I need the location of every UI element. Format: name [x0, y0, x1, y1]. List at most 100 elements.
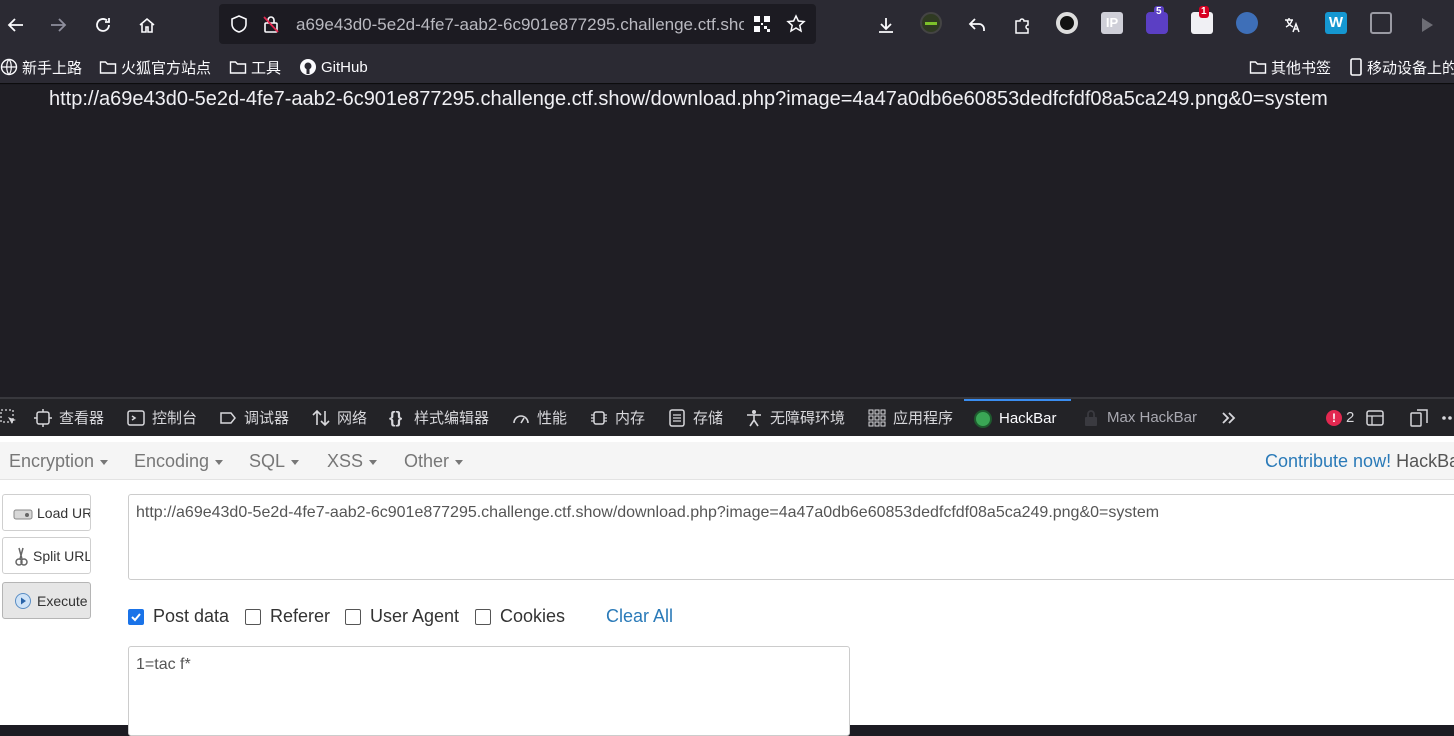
- tab-label: 应用程序: [893, 410, 954, 427]
- calendar-1-icon[interactable]: 1: [1191, 6, 1213, 34]
- tab-label: 调试器: [244, 410, 290, 427]
- more-dots-icon: [1442, 415, 1452, 420]
- user-agent-checkbox[interactable]: User Agent: [345, 606, 459, 627]
- caret-down-icon: [455, 459, 464, 465]
- execute-button[interactable]: Execute: [2, 582, 91, 619]
- bookmark-folder[interactable]: 工具: [229, 57, 281, 77]
- star-icon[interactable]: [786, 14, 806, 34]
- bookmark-folder[interactable]: 火狐官方站点: [99, 57, 211, 77]
- responsive-design-button[interactable]: [1410, 399, 1435, 436]
- menu-encryption[interactable]: Encryption: [9, 451, 109, 472]
- menu-encoding[interactable]: Encoding: [134, 451, 224, 472]
- caret-down-icon: [100, 459, 109, 465]
- load-url-icon: [13, 503, 33, 523]
- undo-button[interactable]: [961, 9, 993, 41]
- debugger-icon: [220, 411, 236, 424]
- contribute-label: Contribute now!: [1265, 451, 1392, 471]
- checkbox-empty-icon: [345, 608, 361, 625]
- tab-console[interactable]: 控制台: [127, 399, 197, 436]
- tab-application[interactable]: 应用程序: [868, 399, 953, 436]
- tab-memory[interactable]: 内存: [590, 399, 645, 436]
- glasses-icon[interactable]: [1370, 12, 1392, 34]
- devtools-menu-button[interactable]: [1440, 399, 1454, 436]
- inspector-icon: [34, 408, 52, 427]
- split-console-button[interactable]: [1366, 399, 1391, 436]
- lock-icon: [1085, 409, 1097, 426]
- error-icon: !: [1326, 409, 1342, 426]
- earth-green-icon[interactable]: [920, 12, 942, 34]
- more-tabs-button[interactable]: [1220, 399, 1245, 436]
- back-button[interactable]: [0, 9, 32, 41]
- mobile-bookmarks[interactable]: 移动设备上的: [1349, 57, 1454, 77]
- tab-label: 内存: [615, 410, 646, 427]
- tab-network[interactable]: 网络: [312, 399, 367, 436]
- network-icon: [312, 409, 330, 426]
- tab-hackbar[interactable]: HackBar: [964, 399, 1071, 436]
- fox-5-icon[interactable]: 5: [1146, 6, 1168, 34]
- arrow-right-icon: [51, 18, 67, 32]
- button-label: Load URL: [37, 504, 90, 521]
- tab-inspector[interactable]: 查看器: [34, 399, 104, 436]
- post-data-textarea[interactable]: 1=tac f*: [128, 646, 850, 736]
- w-icon[interactable]: W: [1325, 12, 1347, 34]
- console-icon: [127, 409, 145, 426]
- bookmark-item[interactable]: 新手上路: [0, 57, 82, 77]
- split-url-button[interactable]: Split URL: [2, 537, 91, 574]
- address-text[interactable]: a69e43d0-5e2d-4fe7-aab2-6c901e877295.cha…: [296, 15, 744, 35]
- menu-sql[interactable]: SQL: [249, 451, 300, 472]
- bookmark-item[interactable]: GitHub: [299, 57, 368, 77]
- checkbox-empty-icon: [475, 608, 491, 625]
- bookmark-label: 火狐官方站点: [121, 59, 212, 77]
- ip-icon[interactable]: IP: [1101, 12, 1123, 34]
- tab-debugger[interactable]: 调试器: [219, 399, 289, 436]
- page-output-text: http://a69e43d0-5e2d-4fe7-aab2-6c901e877…: [49, 88, 1328, 110]
- error-count-button[interactable]: ! 2: [1326, 399, 1354, 436]
- play-button[interactable]: [1410, 9, 1442, 41]
- contribute-link[interactable]: Contribute now! HackBa: [1265, 451, 1454, 472]
- home-button[interactable]: [131, 9, 163, 41]
- menu-label: Encoding: [134, 451, 210, 471]
- circle-icon[interactable]: [1056, 12, 1078, 34]
- reload-button[interactable]: [87, 9, 119, 41]
- menu-xss[interactable]: XSS: [327, 451, 378, 472]
- extensions-button[interactable]: [1006, 9, 1038, 41]
- bookmark-label: 移动设备上的: [1367, 59, 1454, 77]
- tab-performance[interactable]: 性能: [512, 399, 567, 436]
- caret-down-icon: [291, 459, 300, 465]
- tab-accessibility[interactable]: 无障碍环境: [745, 399, 845, 436]
- github-icon: [300, 59, 316, 75]
- braces-icon: {}: [389, 407, 403, 427]
- tab-style-editor[interactable]: {} 样式编辑器: [389, 399, 489, 436]
- lock-insecure-icon[interactable]: [261, 14, 281, 34]
- reload-icon: [96, 18, 110, 32]
- error-count: 2: [1346, 409, 1355, 426]
- menu-label: Encryption: [9, 451, 95, 471]
- bookmark-label: GitHub: [321, 58, 368, 76]
- referer-checkbox[interactable]: Referer: [245, 606, 330, 627]
- tab-max-hackbar[interactable]: Max HackBar: [1082, 399, 1197, 436]
- other-bookmarks[interactable]: 其他书签: [1249, 57, 1331, 77]
- menu-other[interactable]: Other: [404, 451, 464, 472]
- tab-label: Max HackBar: [1107, 409, 1198, 426]
- bookmark-label: 工具: [251, 59, 282, 77]
- qr-code-icon[interactable]: [752, 14, 772, 34]
- tab-label: 存储: [693, 410, 724, 427]
- tab-storage[interactable]: 存储: [668, 399, 723, 436]
- post-data-checkbox[interactable]: Post data: [128, 606, 229, 627]
- hackbar-brand: HackBa: [1396, 451, 1454, 471]
- memory-chip-icon: [591, 410, 607, 425]
- translate-bubble-icon[interactable]: [1236, 12, 1258, 34]
- forward-button[interactable]: [42, 9, 74, 41]
- translate-button[interactable]: [1276, 9, 1308, 41]
- menu-label: XSS: [327, 451, 364, 471]
- address-bar[interactable]: a69e43d0-5e2d-4fe7-aab2-6c901e877295.cha…: [219, 4, 816, 44]
- load-url-button[interactable]: Load URL: [2, 494, 91, 531]
- checkbox-label: Referer: [270, 606, 331, 626]
- cookies-checkbox[interactable]: Cookies: [475, 606, 565, 627]
- element-picker-button[interactable]: [0, 399, 25, 436]
- downloads-button[interactable]: [870, 9, 902, 41]
- clear-all-link[interactable]: Clear All: [606, 606, 673, 627]
- url-textarea[interactable]: http://a69e43d0-5e2d-4fe7-aab2-6c901e877…: [128, 494, 1454, 580]
- tab-label: 控制台: [152, 410, 198, 427]
- browser-toolbar: a69e43d0-5e2d-4fe7-aab2-6c901e877295.cha…: [0, 0, 1454, 50]
